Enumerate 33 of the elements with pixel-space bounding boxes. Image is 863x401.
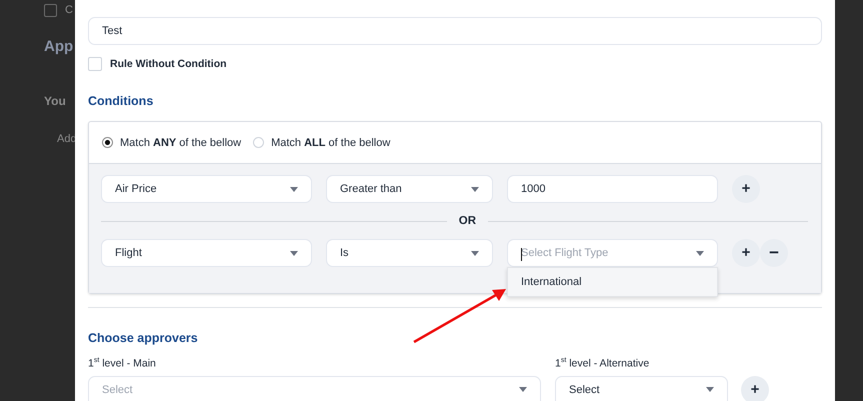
caret-icon <box>290 186 298 192</box>
add-button[interactable]: + <box>732 175 760 203</box>
section-title: Choose approvers <box>88 331 199 345</box>
approver-select[interactable]: Select <box>555 376 728 401</box>
radio-label: Match ANY of the bellow <box>120 136 242 148</box>
value-field[interactable]: 1000 <box>507 175 718 203</box>
radio-button[interactable] <box>102 137 113 148</box>
add-button[interactable]: + <box>732 239 760 267</box>
caret-icon <box>706 387 714 392</box>
add-button[interactable]: + <box>741 376 769 401</box>
rule-name-field[interactable]: Test <box>88 17 822 45</box>
checkbox[interactable] <box>88 57 102 71</box>
section-title: Conditions <box>88 94 154 108</box>
dropdown-option[interactable]: International <box>508 268 717 296</box>
checkbox-label: C <box>65 4 73 16</box>
field-select[interactable]: Flight <box>101 239 312 267</box>
field-select[interactable]: Air Price <box>101 175 312 203</box>
caret-icon <box>290 250 298 256</box>
remove-button[interactable]: − <box>760 239 788 267</box>
caret-icon <box>471 250 479 256</box>
field-label: 1$^{st}$ level - Main <box>88 357 157 370</box>
section-heading: App <box>44 38 74 55</box>
text-cursor <box>521 248 522 261</box>
caret-icon <box>519 387 527 392</box>
caret-icon <box>696 250 704 256</box>
operator-select[interactable]: Greater than <box>326 175 493 203</box>
radio-label: Match ALL of the bellow <box>271 136 390 148</box>
operator-select[interactable]: Is <box>326 239 493 267</box>
field-label: 1$^{st}$ level - Alternative <box>555 357 650 370</box>
caret-icon <box>471 186 479 192</box>
joiner-label: OR <box>458 215 476 227</box>
checkbox-label: Rule Without Condition <box>110 58 227 70</box>
card-title: You <box>44 94 67 108</box>
